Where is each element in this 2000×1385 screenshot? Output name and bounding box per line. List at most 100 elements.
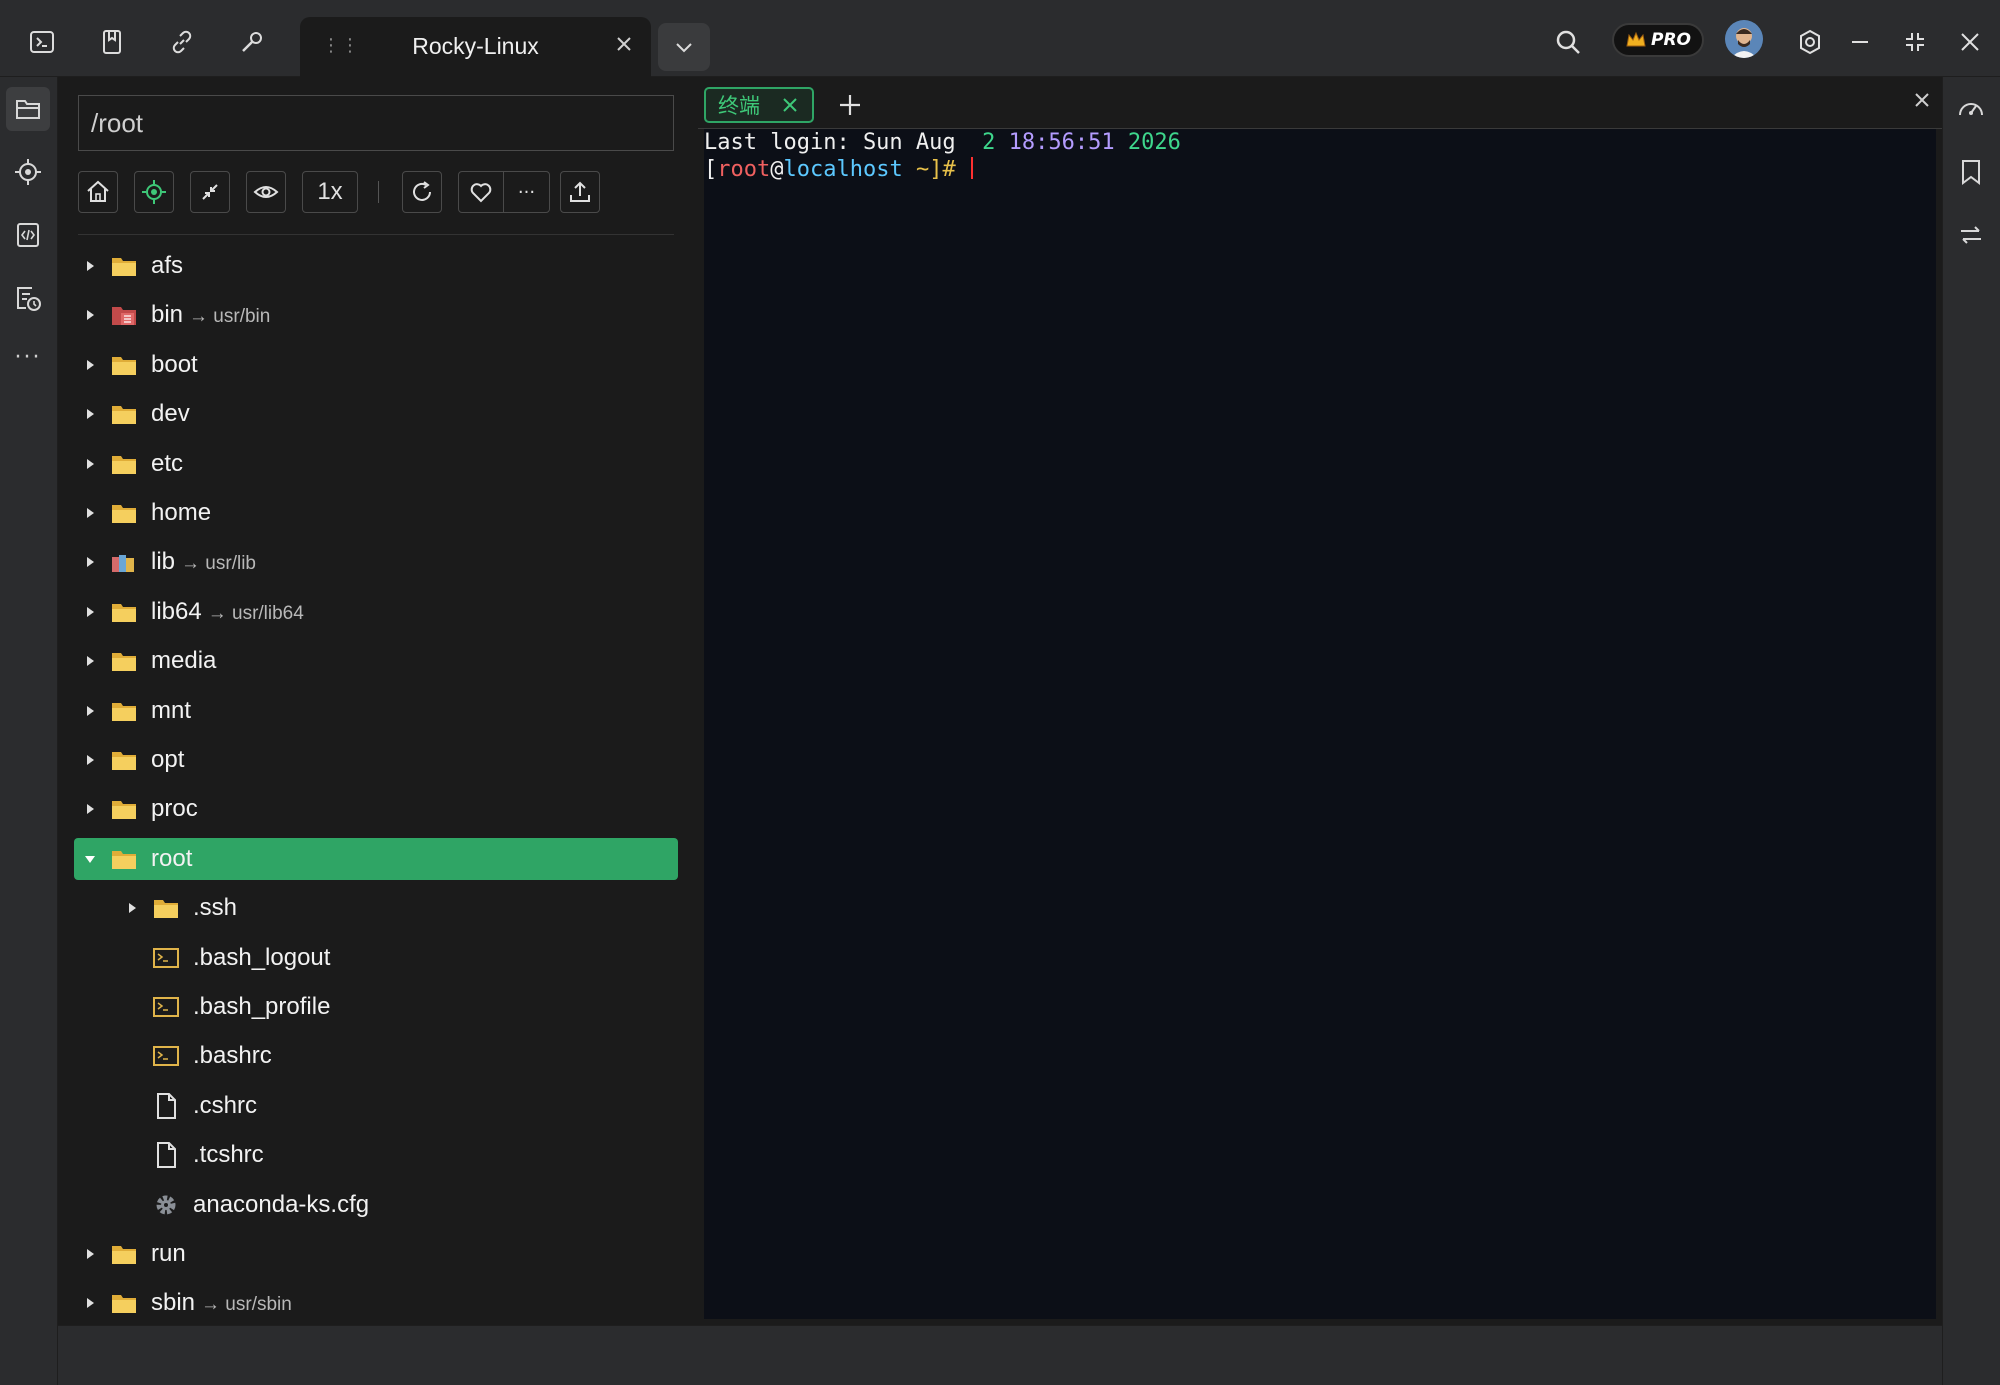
caret-right-icon[interactable] [80, 454, 100, 474]
tree-row-mnt[interactable]: mnt [74, 690, 678, 732]
caret-right-icon[interactable] [122, 898, 142, 918]
caret-right-icon[interactable] [80, 1244, 100, 1264]
tree-row-media[interactable]: media [74, 640, 678, 682]
heart-icon [470, 183, 492, 203]
folder-icon [110, 697, 138, 725]
caret-right-icon[interactable] [80, 256, 100, 276]
history-icon[interactable] [6, 276, 50, 320]
collapse-icon [202, 184, 218, 200]
minimize-icon[interactable] [1838, 20, 1882, 64]
tree-item-label: proc [151, 795, 198, 823]
tree-item-label: dev [151, 400, 190, 428]
caret-right-icon[interactable] [80, 552, 100, 572]
caret-right-icon[interactable] [80, 404, 100, 424]
crosshair-icon[interactable] [6, 150, 50, 194]
favorites-more-button[interactable]: ··· [504, 172, 549, 212]
close-terminal-panel-icon[interactable] [1913, 91, 1931, 109]
more-icon[interactable]: ··· [6, 335, 50, 379]
file-name: run [151, 1240, 186, 1267]
caret-right-icon[interactable] [80, 799, 100, 819]
tree-row-lib[interactable]: lib → usr/lib [74, 541, 678, 583]
file-tree: afs bin → usr/bin boot dev etc home lib → usr/li… [58, 245, 678, 1325]
tree-row-tcshrc[interactable]: .tcshrc [74, 1134, 678, 1176]
session-tab[interactable]: ⋮⋮ Rocky-Linux [300, 17, 651, 77]
tree-row-bash-logout[interactable]: .bash_logout [74, 937, 678, 979]
code-file-icon[interactable] [6, 213, 50, 257]
caret-right-icon[interactable] [80, 701, 100, 721]
file-name: mnt [151, 697, 192, 724]
tree-row-cshrc[interactable]: .cshrc [74, 1085, 678, 1127]
pro-crown-icon [1626, 31, 1646, 47]
wrench-icon[interactable] [230, 20, 274, 64]
home-button[interactable] [78, 171, 118, 213]
caret-right-icon[interactable] [80, 305, 100, 325]
path-input[interactable] [78, 95, 674, 151]
terminal-icon[interactable] [20, 20, 64, 64]
tree-row-anaconda-ks-cfg[interactable]: anaconda-ks.cfg [74, 1184, 678, 1226]
tree-row-bash-profile[interactable]: .bash_profile [74, 986, 678, 1028]
tree-row-ssh[interactable]: .ssh [74, 887, 678, 929]
folder-icon [110, 351, 138, 379]
file-name: sbin [151, 1289, 196, 1316]
tree-item-label: afs [151, 252, 183, 280]
folder-icon[interactable] [6, 87, 50, 131]
tree-row-run[interactable]: run [74, 1233, 678, 1275]
restore-icon[interactable] [1893, 20, 1937, 64]
upload-button[interactable] [560, 171, 600, 213]
terminal-tab[interactable]: 终端 [704, 87, 814, 123]
tree-item-label: .bash_profile [193, 993, 330, 1021]
refresh-button[interactable] [402, 171, 442, 213]
bookmark-icon[interactable] [1949, 150, 1993, 194]
link-icon[interactable] [160, 20, 204, 64]
symlink-target: → usr/lib64 [207, 603, 304, 624]
tree-row-opt[interactable]: opt [74, 739, 678, 781]
tree-row-lib64[interactable]: lib64 → usr/lib64 [74, 591, 678, 633]
terminal-output[interactable]: Last login: Sun Aug 2 18:56:51 2026 [roo… [704, 129, 1936, 1319]
tree-row-bashrc[interactable]: .bashrc [74, 1035, 678, 1077]
tree-row-dev[interactable]: dev [74, 393, 678, 435]
tree-item-label: .bash_logout [193, 944, 330, 972]
add-terminal-button[interactable] [834, 89, 866, 121]
tree-item-label: anaconda-ks.cfg [193, 1191, 369, 1219]
tree-row-sbin[interactable]: sbin → usr/sbin [74, 1282, 678, 1324]
tree-row-etc[interactable]: etc [74, 443, 678, 485]
close-tab-icon[interactable] [615, 35, 633, 53]
show-hidden-button[interactable] [246, 171, 286, 213]
tree-row-proc[interactable]: proc [74, 788, 678, 830]
caret-right-icon[interactable] [80, 750, 100, 770]
zoom-button[interactable]: 1x [302, 171, 358, 213]
tree-item-label: sbin → usr/sbin [151, 1289, 292, 1317]
caret-right-icon[interactable] [80, 503, 100, 523]
tree-row-afs[interactable]: afs [74, 245, 678, 287]
avatar[interactable] [1725, 20, 1763, 58]
caret-right-icon[interactable] [80, 1293, 100, 1313]
bookmark-icon[interactable] [90, 20, 134, 64]
plus-icon [840, 95, 860, 115]
tab-dropdown-button[interactable] [658, 23, 710, 71]
locate-button[interactable] [134, 171, 174, 213]
settings-icon[interactable] [1788, 20, 1832, 64]
tree-row-home[interactable]: home [74, 492, 678, 534]
tree-row-bin[interactable]: bin → usr/bin [74, 294, 678, 336]
folder-icon [110, 795, 138, 823]
tree-row-boot[interactable]: boot [74, 344, 678, 386]
caret-right-icon[interactable] [80, 355, 100, 375]
file-name: anaconda-ks.cfg [193, 1191, 370, 1218]
close-icon[interactable] [1948, 20, 1992, 64]
symlink-target: → usr/bin [189, 306, 271, 327]
caret-right-icon[interactable] [80, 651, 100, 671]
favorite-button[interactable] [459, 172, 505, 212]
caret-right-icon[interactable] [80, 602, 100, 622]
search-icon[interactable] [1546, 20, 1590, 64]
favorites-group: ··· [458, 171, 550, 213]
pro-badge[interactable]: PRO [1612, 23, 1704, 57]
transfer-icon[interactable] [1949, 213, 1993, 257]
close-terminal-tab-icon[interactable] [780, 95, 800, 115]
title-bar: ⋮⋮ Rocky-Linux PRO [0, 0, 2000, 77]
tree-row-root[interactable]: root [74, 838, 678, 880]
folder-icon [110, 499, 138, 527]
collapse-button[interactable] [190, 171, 230, 213]
caret-down-icon[interactable] [80, 849, 100, 869]
dashboard-icon[interactable] [1949, 87, 1993, 131]
link-folder-icon [110, 548, 138, 576]
